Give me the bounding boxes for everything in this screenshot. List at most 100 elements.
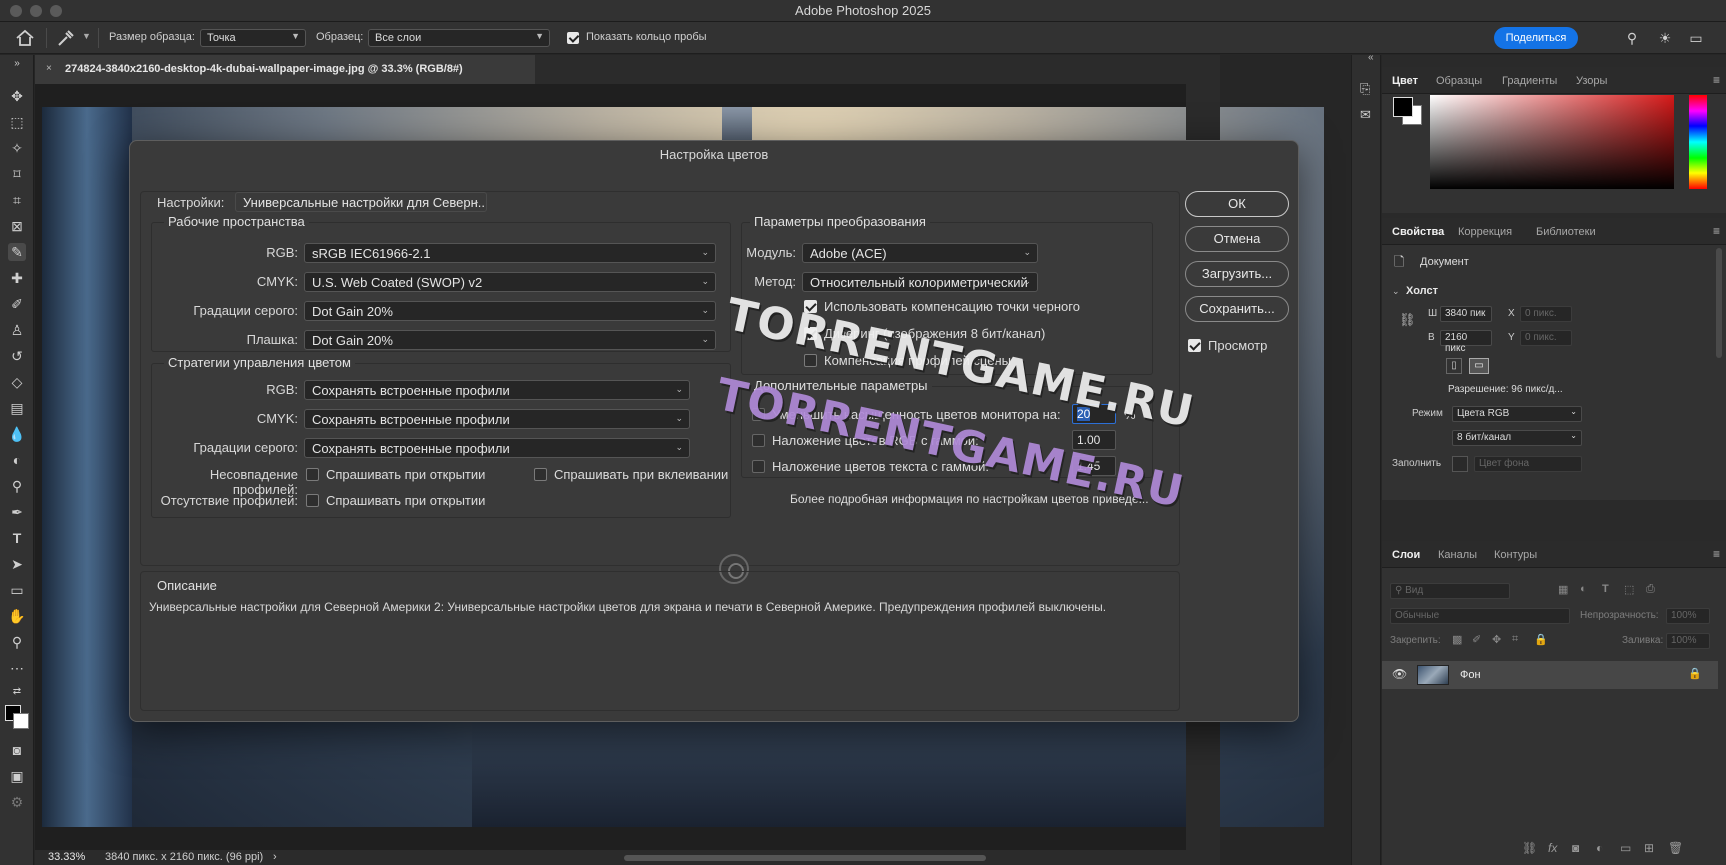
sponge-tool-icon[interactable]: ⚲ (8, 477, 26, 495)
layer-row[interactable]: 👁 Фон 🔒 (1382, 661, 1718, 689)
comments-icon[interactable]: ✉ (1360, 107, 1371, 123)
policy-cmyk-select[interactable]: Сохранять встроенные профили ⌄ (304, 409, 690, 429)
blend-rgb-checkbox[interactable] (752, 434, 765, 447)
background-color-swatch[interactable] (13, 713, 29, 729)
layer-name[interactable]: Фон (1460, 669, 1481, 681)
lock-pixels-icon[interactable]: ✐ (1472, 633, 1481, 646)
move-tool-icon[interactable]: ✥ (8, 87, 26, 105)
portrait-orientation-icon[interactable]: ▯ (1446, 358, 1462, 374)
filter-smart-object-icon[interactable]: ⎙ (1646, 583, 1655, 596)
ws-rgb-select[interactable]: sRGB IEC61966-2.1 ⌄ (304, 243, 716, 263)
collapse-panels-icon[interactable]: « (1368, 52, 1374, 63)
lock-transparency-icon[interactable]: ▩ (1452, 633, 1462, 646)
blend-mode-select[interactable]: Обычные (1390, 608, 1570, 624)
mismatch-paste-checkbox[interactable] (534, 468, 547, 481)
type-tool-icon[interactable]: T (8, 529, 26, 547)
preview-checkbox[interactable] (1188, 339, 1201, 352)
ws-cmyk-select[interactable]: U.S. Web Coated (SWOP) v2 ⌄ (304, 272, 716, 292)
tab-layers[interactable]: Слои (1392, 549, 1420, 561)
tab-properties[interactable]: Свойства (1392, 226, 1444, 238)
load-button[interactable]: Загрузить... (1185, 261, 1289, 287)
width-field[interactable]: 3840 пик (1440, 306, 1492, 322)
discover-icon[interactable]: ☀ (1657, 30, 1673, 46)
path-selection-tool-icon[interactable]: ➤ (8, 555, 26, 573)
ws-spot-select[interactable]: Dot Gain 20% ⌄ (304, 330, 716, 350)
ws-gray-select[interactable]: Dot Gain 20% ⌄ (304, 301, 716, 321)
adjustment-layer-icon[interactable]: ◐ (1596, 841, 1603, 855)
blend-text-checkbox[interactable] (752, 460, 765, 473)
layer-mask-icon[interactable]: ◙ (1572, 841, 1579, 855)
lock-position-icon[interactable]: ✥ (1492, 633, 1501, 646)
ok-button[interactable]: ОК (1185, 191, 1289, 217)
more-tools-icon[interactable]: ⋯ (8, 659, 26, 677)
panel-menu-icon[interactable]: ≡ (1713, 547, 1720, 561)
status-arrow-icon[interactable]: › (273, 851, 277, 863)
history-brush-tool-icon[interactable]: ↺ (8, 347, 26, 365)
chevron-down-icon[interactable]: ⌄ (1392, 286, 1400, 297)
eraser-tool-icon[interactable]: ◇ (8, 373, 26, 391)
quick-mask-icon[interactable]: ◙ (8, 741, 26, 759)
gradient-tool-icon[interactable]: ▤ (8, 399, 26, 417)
history-icon[interactable]: ⎘ (1360, 81, 1370, 97)
group-layers-icon[interactable]: ▭ (1620, 841, 1631, 855)
show-sampling-ring-checkbox[interactable] (567, 32, 579, 44)
dodge-tool-icon[interactable]: ◐ (8, 451, 26, 469)
close-tab-icon[interactable]: × (46, 63, 52, 74)
tab-patterns[interactable]: Узоры (1576, 75, 1607, 87)
chevron-down-icon[interactable]: ▼ (82, 31, 91, 41)
clone-stamp-tool-icon[interactable]: ♙ (8, 321, 26, 339)
policy-gray-select[interactable]: Сохранять встроенные профили ⌄ (304, 438, 690, 458)
link-icon[interactable]: ⛓ (1399, 312, 1416, 328)
tab-swatches[interactable]: Образцы (1436, 75, 1482, 87)
share-button[interactable]: Поделиться (1494, 27, 1578, 49)
mismatch-open-checkbox[interactable] (306, 468, 319, 481)
fill-swatch[interactable] (1452, 456, 1468, 472)
tab-gradients[interactable]: Градиенты (1502, 75, 1557, 87)
blur-tool-icon[interactable]: 💧 (8, 425, 26, 443)
link-layers-icon[interactable]: ⛓ (1522, 841, 1537, 855)
eyedropper-icon[interactable] (56, 28, 74, 48)
horizontal-scrollbar[interactable] (624, 855, 986, 861)
sample-select[interactable]: Все слои ▼ (368, 29, 550, 47)
cancel-button[interactable]: Отмена (1185, 226, 1289, 252)
lock-all-icon[interactable]: 🔒 (1534, 633, 1548, 646)
color-field[interactable] (1430, 95, 1674, 189)
settings-select[interactable]: Универсальные настройки для Северн... ⌄ (235, 192, 487, 212)
tab-adjustments[interactable]: Коррекция (1458, 226, 1512, 238)
fill-opacity-field[interactable]: 100% (1666, 633, 1710, 649)
home-icon[interactable] (14, 28, 36, 48)
delete-layer-icon[interactable]: 🗑 (1668, 841, 1683, 855)
brush-tool-icon[interactable]: ✐ (8, 295, 26, 313)
share-for-review-icon[interactable]: ⚙ (8, 793, 26, 811)
new-layer-icon[interactable]: ⊞ (1644, 841, 1654, 855)
save-button[interactable]: Сохранить... (1185, 296, 1289, 322)
filter-adjustment-icon[interactable]: ◐ (1580, 583, 1587, 595)
bit-depth-select[interactable]: 8 бит/канал ⌄ (1452, 430, 1582, 446)
filter-type-icon[interactable]: T (1602, 583, 1609, 595)
crop-tool-icon[interactable]: ⌗ (8, 191, 26, 209)
expand-toolbar-icon[interactable]: » (8, 55, 26, 73)
document-tab[interactable]: × 274824-3840x2160-desktop-4k-dubai-wall… (35, 55, 535, 84)
eyedropper-tool-icon[interactable]: ✎ (8, 243, 26, 261)
screen-mode-icon[interactable]: ▣ (8, 767, 26, 785)
zoom-tool-icon[interactable]: ⚲ (8, 633, 26, 651)
rectangle-tool-icon[interactable]: ▭ (8, 581, 26, 599)
foreground-swatch[interactable] (1393, 97, 1413, 117)
height-field[interactable]: 2160 пикс (1440, 330, 1492, 354)
marquee-tool-icon[interactable]: ⬚ (8, 113, 26, 131)
panel-menu-icon[interactable]: ≡ (1713, 73, 1720, 87)
landscape-orientation-icon[interactable]: ▭ (1469, 358, 1489, 374)
tab-channels[interactable]: Каналы (1438, 549, 1477, 561)
zoom-level[interactable]: 33.33% (48, 851, 85, 863)
x-field[interactable]: 0 пикс. (1520, 306, 1572, 322)
frame-tool-icon[interactable]: ⊠ (8, 217, 26, 235)
visibility-eye-icon[interactable]: 👁 (1392, 667, 1407, 681)
engine-select[interactable]: Adobe (ACE) ⌄ (802, 243, 1038, 263)
tab-color[interactable]: Цвет (1392, 75, 1418, 87)
object-selection-tool-icon[interactable]: ✧ (8, 139, 26, 157)
filter-shape-icon[interactable]: ⬚ (1624, 583, 1634, 596)
sample-size-select[interactable]: Точка ▼ (200, 29, 306, 47)
intent-select[interactable]: Относительный колориметрический ⌄ (802, 272, 1038, 292)
panel-menu-icon[interactable]: ≡ (1713, 224, 1720, 238)
lock-artboard-icon[interactable]: ⌗ (1512, 633, 1518, 646)
